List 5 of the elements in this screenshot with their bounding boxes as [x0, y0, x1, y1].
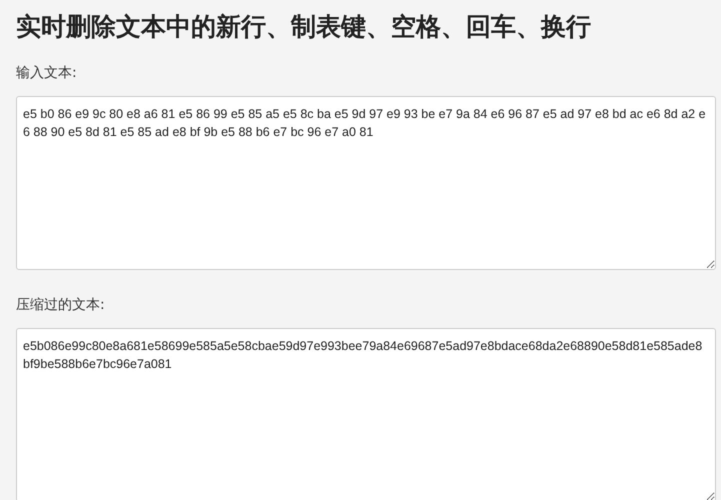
- page-title: 实时删除文本中的新行、制表键、空格、回车、换行: [16, 11, 592, 43]
- field-label: 输入文本:: [16, 64, 77, 82]
- field-label: 压缩过的文本:: [16, 296, 105, 314]
- text-area[interactable]: e5b086e99c80e8a681e58699e585a5e58cbae59d97e993bee79a84e69687e5ad97e8bdace68da2e68890e58d81e585ade8bf9be588b6e7bc96e7a081: [16, 328, 716, 500]
- text-area[interactable]: e5 b0 86 e9 9c 80 e8 a6 81 e5 86 99 e5 85 a5 e5 8c ba e5 9d 97 e9 93 be e7 9a 84 e6 96 87 e5 ad 97 e8 bd ac e6 8d a2 e6 88 90 e5 8d 81 e5 85 ad e8 bf 9b e5 88 b6 e7 bc 96 e7 a0 81: [16, 96, 716, 270]
